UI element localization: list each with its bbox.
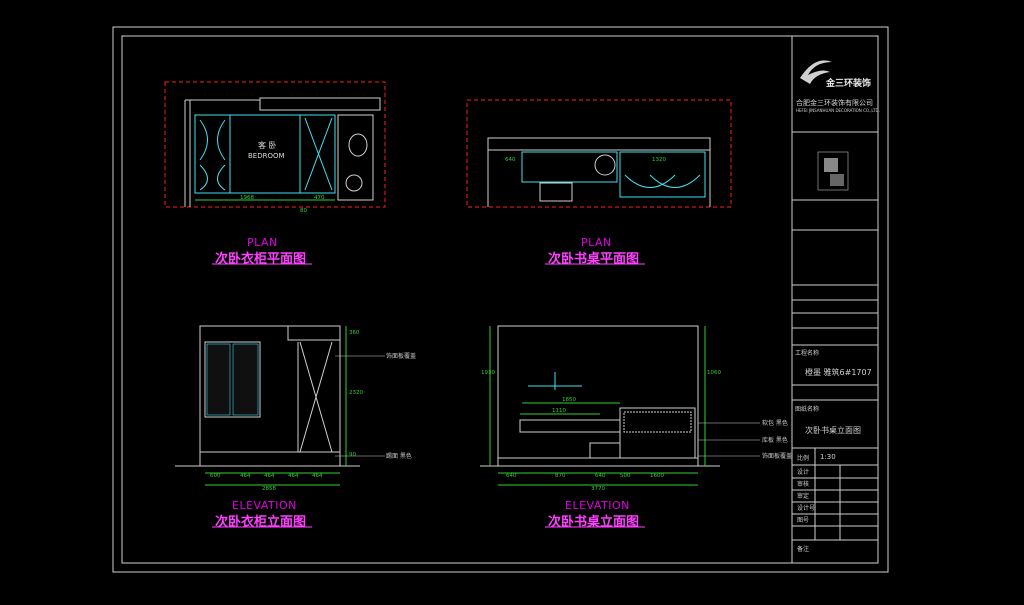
elev1-total-dim: 2858	[262, 486, 276, 492]
elev2-bottom-dim-4: 500	[620, 473, 631, 479]
elev1-side-dim-1: 360	[349, 330, 360, 336]
plan2-dim-1: 640	[505, 157, 516, 163]
tb-row-3: 审定	[797, 493, 810, 500]
elev2-top-dim-1: 1850	[562, 397, 576, 403]
company-name-cn: 合肥金三环装饰有限公司	[796, 99, 873, 107]
plan1-dim-1: 1968	[240, 195, 254, 201]
elev1-bottom-dim-2: 464	[240, 473, 251, 479]
elev2-note-2: 库板 黑色	[762, 437, 788, 444]
desk-elevation-drawing	[480, 325, 760, 486]
drawing-name-label: 图纸名称	[795, 406, 820, 413]
plan1-title-cn: 次卧衣柜平面图	[215, 252, 307, 267]
tb-row-4: 设计号	[797, 505, 816, 512]
elev1-title-cn: 次卧衣柜立面图	[215, 515, 307, 530]
tb-row-1: 设计	[797, 469, 810, 476]
sheet-outer-border	[112, 26, 889, 573]
elev2-bottom-dim-3: 640	[595, 473, 606, 479]
elev1-note-1: 饰面板覆盖	[386, 353, 417, 360]
tb-row-2: 审核	[797, 481, 810, 488]
elev2-title-cn: 次卧书桌立面图	[548, 515, 640, 530]
project-name-label: 工程名称	[795, 350, 820, 357]
elev2-note-1: 软包 黑色	[762, 420, 788, 427]
plan1-dim-3: 80	[300, 208, 307, 214]
elev2-side-dim-1: 1930	[481, 370, 495, 376]
elev1-bottom-dim-3: 464	[264, 473, 275, 479]
remark-label: 备注	[797, 546, 810, 553]
elev1-side-dim-2: 2320	[349, 390, 363, 396]
plan2-title-cn: 次卧书桌平面图	[548, 252, 640, 267]
scale-label: 比例	[797, 455, 810, 462]
tb-row-5: 图号	[797, 517, 810, 524]
elev2-bottom-dim-2: 870	[555, 473, 566, 479]
plan1-room-label-en: BEDROOM	[248, 152, 285, 160]
plan2-dim-2: 1320	[652, 157, 666, 163]
elev2-total-dim: 3770	[591, 486, 605, 492]
elev2-note-3: 饰面板覆盖	[762, 453, 793, 460]
company-name-en: HEFEI JINSANHUAN DECORATION CO.,LTD.	[796, 108, 880, 113]
plan1-room-label-cn: 客 卧	[258, 141, 277, 150]
elev2-bottom-dim-5: 1600	[650, 473, 664, 479]
plan1-dim-2: 470	[314, 195, 325, 201]
elev2-top-dim-2: 1110	[552, 408, 566, 414]
company-logo-text: 金三环装饰	[826, 79, 872, 89]
scale-value: 1:30	[820, 453, 836, 461]
elev1-side-dim-3: 90	[349, 452, 356, 458]
project-name-value: 橙墨 雅筑6#1707	[805, 368, 872, 377]
elev1-bottom-dim-5: 464	[312, 473, 323, 479]
cad-drawing-canvas	[112, 26, 889, 573]
key-plan-thumbnail	[817, 151, 849, 191]
wardrobe-elevation-drawing	[175, 325, 385, 486]
elev1-note-2: 踢面 黑色	[386, 453, 412, 460]
drawing-name-value: 次卧书桌立面图	[805, 426, 861, 435]
elev1-bottom-dim-1: 600	[210, 473, 221, 479]
elev2-bottom-dim-1: 640	[506, 473, 517, 479]
elev2-side-dim-2: 1060	[707, 370, 721, 376]
elev1-bottom-dim-4: 464	[288, 473, 299, 479]
desk-plan-drawing	[466, 99, 732, 208]
desk-plan-dashed-frame	[466, 99, 732, 208]
